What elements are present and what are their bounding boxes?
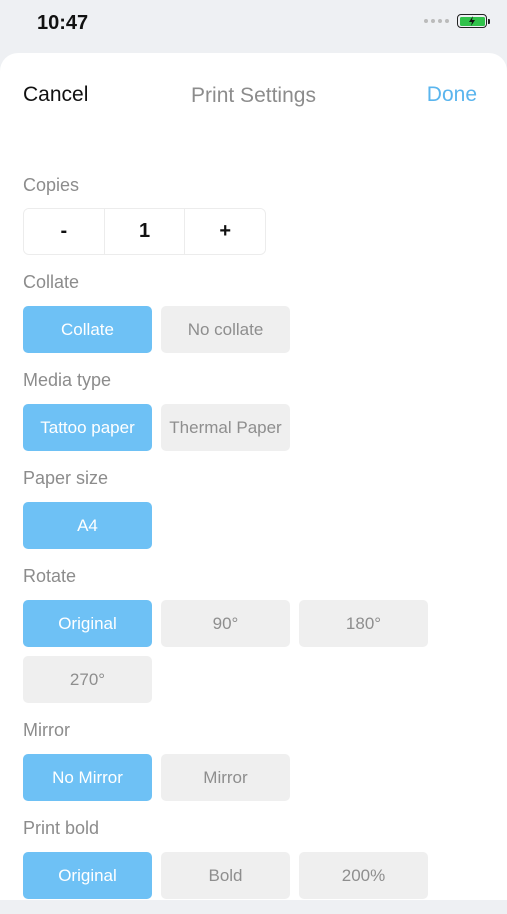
- rotate-option-180[interactable]: 180°: [299, 600, 428, 647]
- paper-size-section: Paper size A4: [23, 466, 493, 549]
- paper-size-options: A4: [23, 502, 443, 549]
- bold-option-200[interactable]: 200%: [299, 852, 428, 899]
- status-time: 10:47: [37, 12, 89, 34]
- copies-value[interactable]: 1: [104, 209, 186, 254]
- rotate-option-original[interactable]: Original: [23, 600, 152, 647]
- collate-option-no-collate[interactable]: No collate: [161, 306, 290, 353]
- mirror-label: Mirror: [23, 720, 70, 740]
- media-type-section: Media type Tattoo paper Thermal Paper: [23, 368, 493, 451]
- copies-stepper: - 1 +: [23, 208, 266, 255]
- collate-options: Collate No collate: [23, 306, 443, 353]
- rotate-option-270[interactable]: 270°: [23, 656, 152, 703]
- collate-option-collate[interactable]: Collate: [23, 306, 152, 353]
- collate-section: Collate Collate No collate: [23, 270, 493, 353]
- mirror-option-mirror[interactable]: Mirror: [161, 754, 290, 801]
- rotate-section: Rotate Original 90° 180° 270°: [23, 564, 493, 703]
- bold-option-original[interactable]: Original: [23, 852, 152, 899]
- status-icons: [424, 14, 490, 28]
- battery-icon: [457, 14, 490, 28]
- print-bold-section: Print bold Original Bold 200%: [23, 816, 493, 899]
- media-type-options: Tattoo paper Thermal Paper: [23, 404, 443, 451]
- print-bold-options: Original Bold 200%: [23, 852, 443, 899]
- collate-label: Collate: [23, 272, 80, 292]
- mirror-option-no-mirror[interactable]: No Mirror: [23, 754, 152, 801]
- status-bar: 10:47: [0, 0, 507, 50]
- print-bold-label: Print bold: [23, 818, 100, 838]
- mirror-options: No Mirror Mirror: [23, 754, 443, 801]
- rotate-option-90[interactable]: 90°: [161, 600, 290, 647]
- bold-option-bold[interactable]: Bold: [161, 852, 290, 899]
- settings-content: Copies - 1 + Collate Collate No collate …: [23, 173, 493, 914]
- decrement-button[interactable]: -: [24, 209, 105, 254]
- print-settings-sheet: Cancel Print Settings Done Copies - 1 + …: [0, 53, 507, 900]
- media-type-label: Media type: [23, 370, 112, 390]
- mirror-section: Mirror No Mirror Mirror: [23, 718, 493, 801]
- media-option-thermal-paper[interactable]: Thermal Paper: [161, 404, 290, 451]
- copies-section: Copies - 1 +: [23, 173, 493, 255]
- media-option-tattoo-paper[interactable]: Tattoo paper: [23, 404, 152, 451]
- copies-label: Copies: [23, 175, 80, 195]
- rotate-label: Rotate: [23, 566, 77, 586]
- signal-icon: [424, 19, 449, 23]
- paper-size-label: Paper size: [23, 468, 109, 488]
- nav-bar: Cancel Print Settings Done: [0, 53, 507, 139]
- increment-button[interactable]: +: [185, 209, 265, 254]
- done-button[interactable]: Done: [427, 83, 477, 107]
- rotate-options: Original 90° 180° 270°: [23, 600, 443, 703]
- paper-size-option-a4[interactable]: A4: [23, 502, 152, 549]
